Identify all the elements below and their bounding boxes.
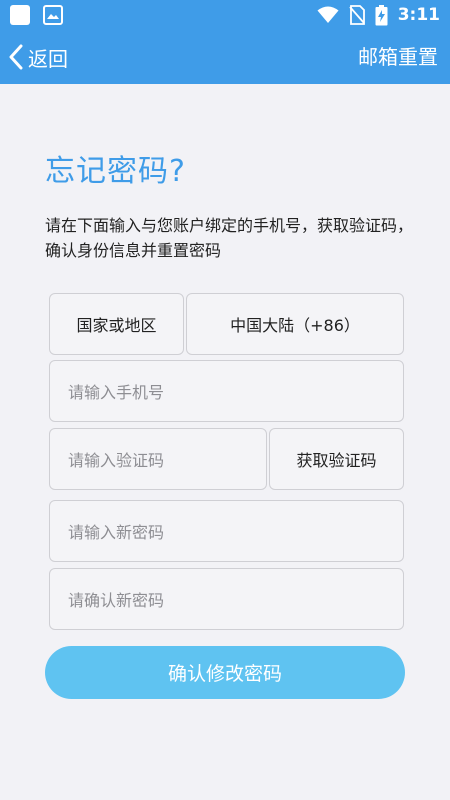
app-icon (10, 5, 30, 25)
email-reset-button[interactable]: 邮箱重置 (358, 30, 438, 84)
confirm-change-password-button[interactable]: 确认修改密码 (45, 646, 405, 699)
confirm-password-input[interactable]: 请确认新密码 (49, 568, 404, 630)
app-bar: 返回 邮箱重置 (0, 30, 450, 84)
code-input[interactable]: 请输入验证码 (49, 428, 267, 490)
country-select[interactable]: 中国大陆（+86） (186, 293, 404, 355)
phone-placeholder: 请输入手机号 (68, 383, 165, 402)
description-text: 请在下面输入与您账户绑定的手机号，获取验证码，确认身份信息并重置密码 (45, 216, 414, 260)
status-time: 3:11 (397, 5, 440, 25)
page-title: 忘记密码? (45, 154, 186, 189)
country-label-text: 国家或地区 (76, 316, 157, 335)
new-password-placeholder: 请输入新密码 (68, 523, 165, 542)
image-icon (43, 5, 63, 25)
status-bar: 3:11 (0, 0, 450, 30)
new-password-input[interactable]: 请输入新密码 (49, 500, 404, 562)
wifi-icon (317, 6, 339, 23)
battery-charging-icon (375, 4, 388, 25)
chevron-left-icon (9, 44, 23, 70)
code-placeholder: 请输入验证码 (68, 451, 165, 470)
get-code-label: 获取验证码 (296, 451, 377, 470)
back-button[interactable]: 返回 (8, 30, 68, 84)
confirm-password-placeholder: 请确认新密码 (68, 591, 165, 610)
country-label: 国家或地区 (49, 293, 184, 355)
no-sim-icon (349, 5, 365, 25)
get-code-button[interactable]: 获取验证码 (269, 428, 404, 490)
phone-input[interactable]: 请输入手机号 (49, 360, 404, 422)
country-value: 中国大陆（+86） (230, 316, 360, 335)
back-label: 返回 (28, 46, 68, 71)
